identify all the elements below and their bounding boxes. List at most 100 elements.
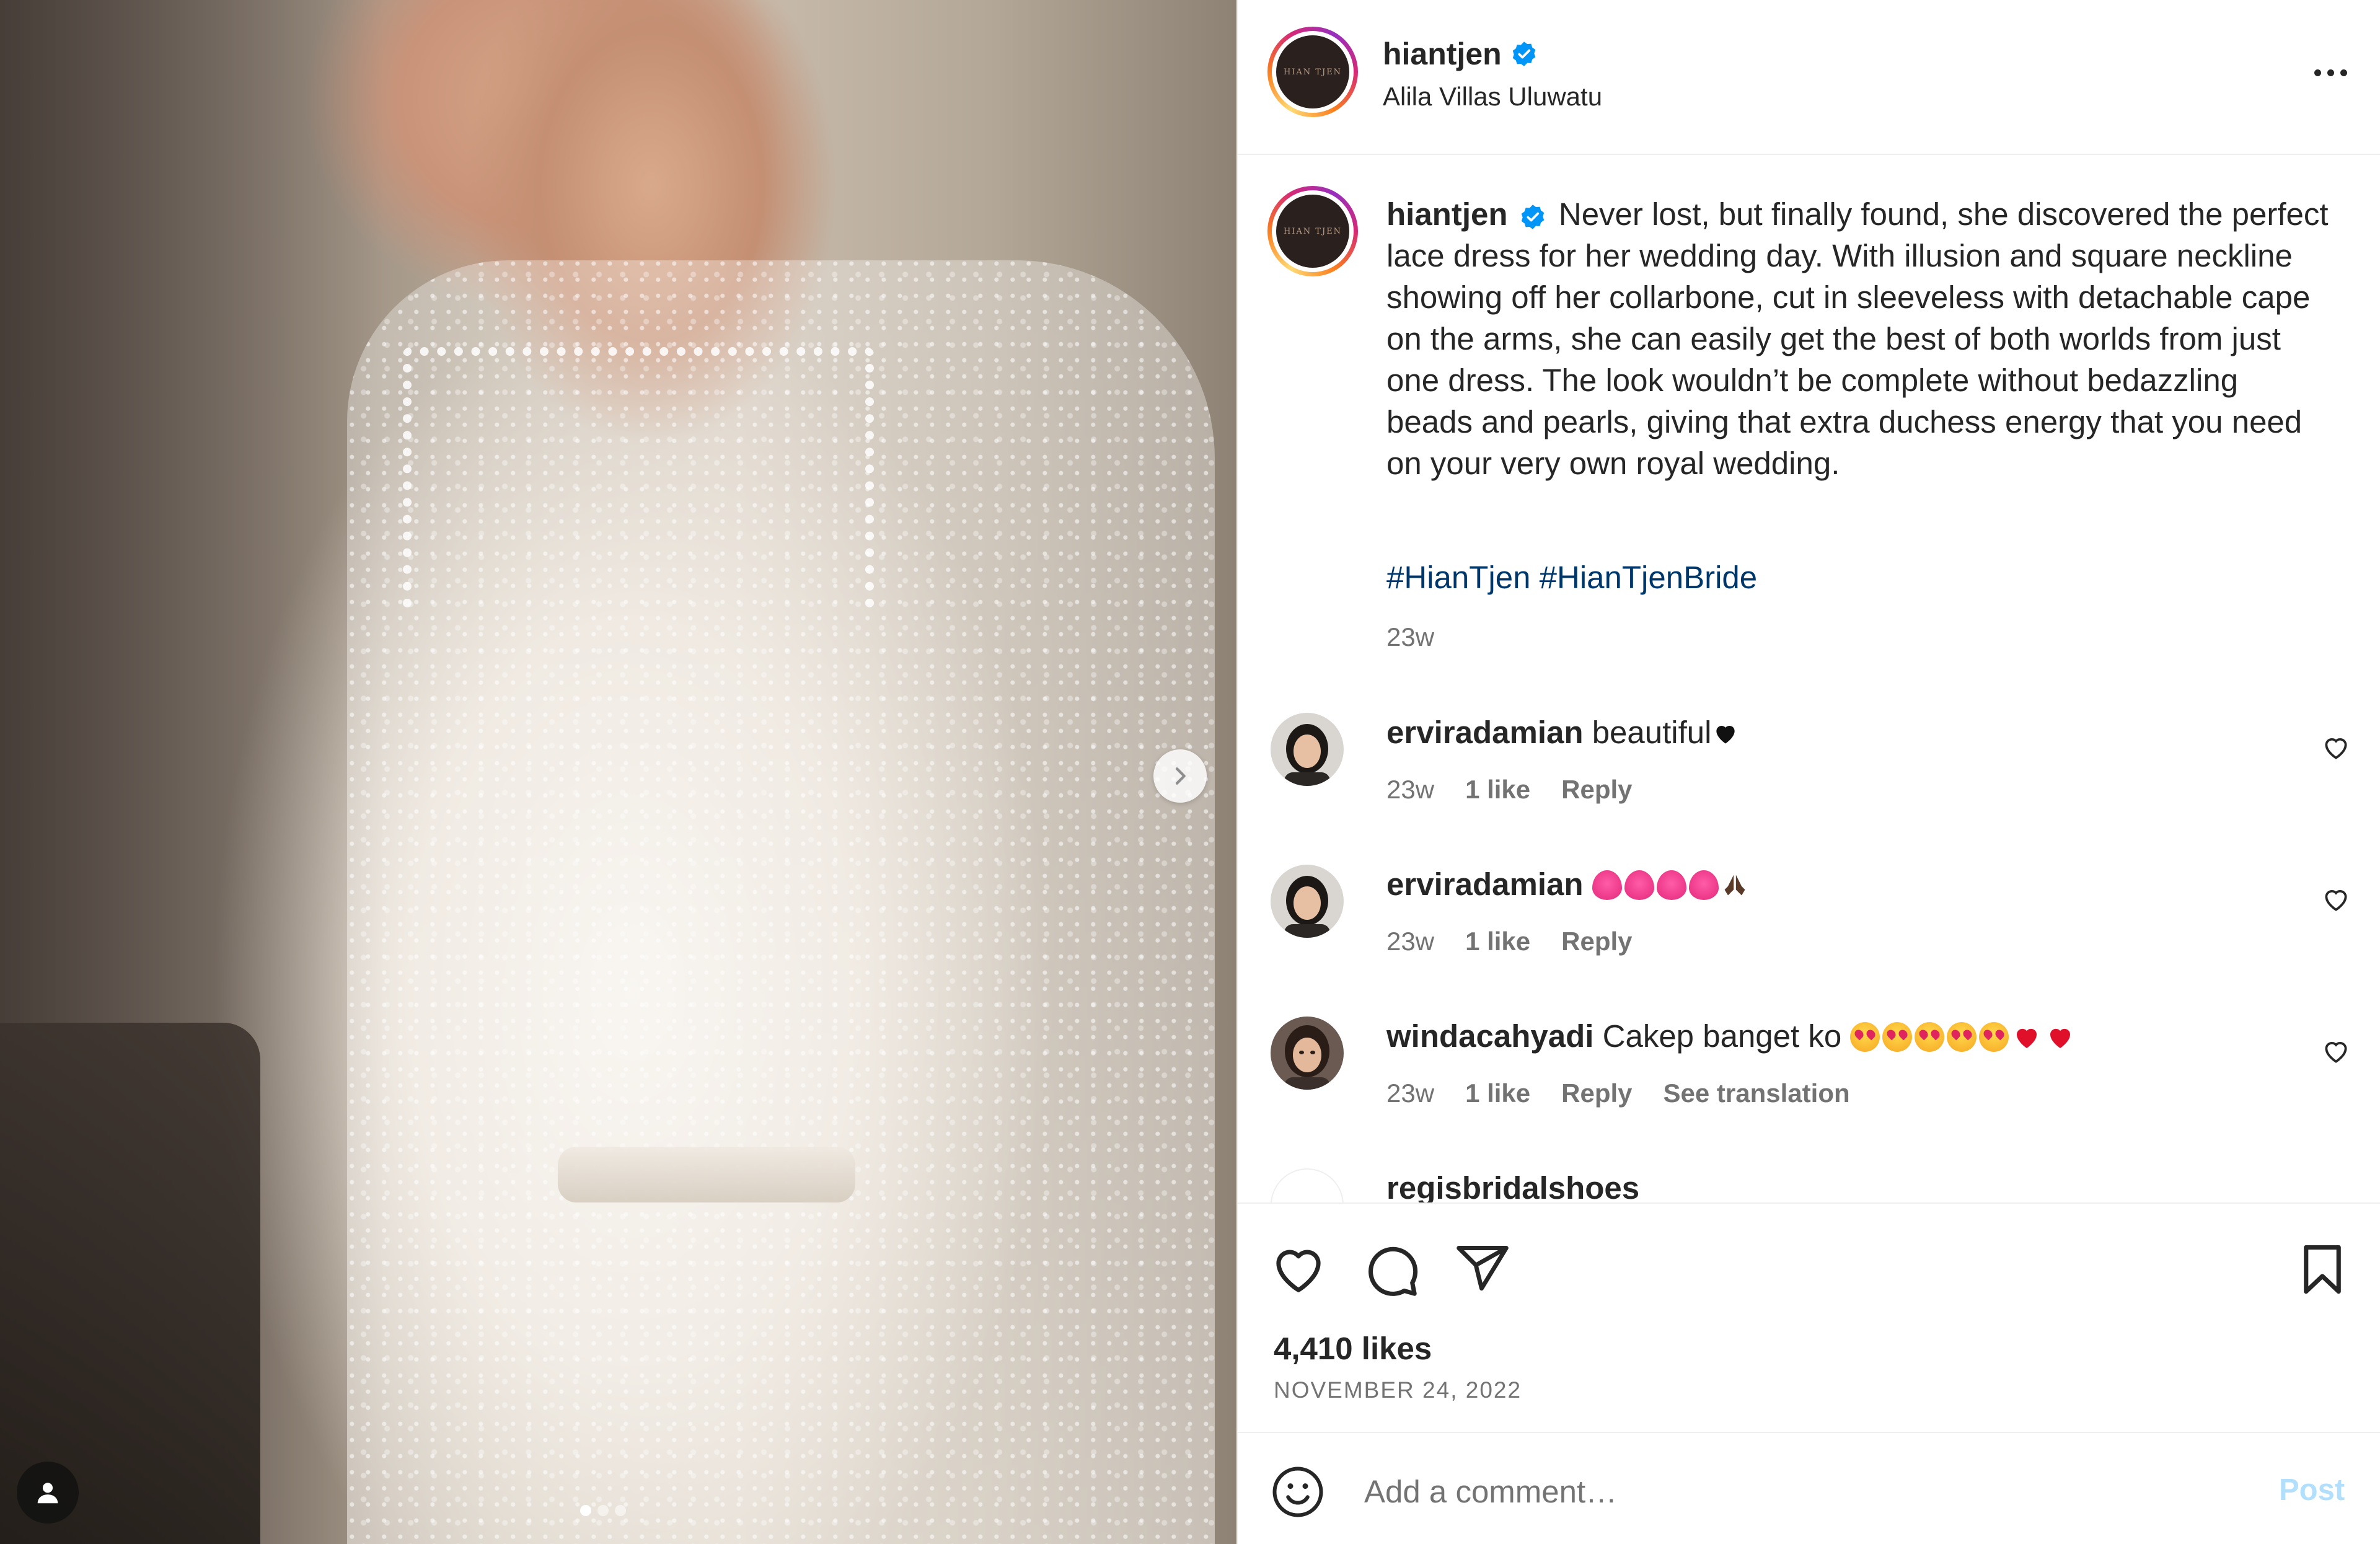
header-username-row: hiantjen (1383, 36, 1538, 72)
comment-button[interactable] (1360, 1238, 1422, 1300)
reply-button[interactable]: Reply (1561, 1079, 1632, 1108)
avatar-photo (1271, 865, 1344, 938)
hashtag-link[interactable]: #HianTjenBride (1540, 560, 1758, 595)
black-heart-emoji (1716, 725, 1735, 744)
photo-sash (558, 1147, 855, 1202)
comment-meta: 23w 1 like Reply (1386, 775, 1633, 805)
folded-hands-emoji (1724, 875, 1745, 896)
post-header: HIAN TJEN hiantjen Alila Villas Uluwatu (1238, 0, 2380, 155)
comment-likes-count[interactable]: 1 like (1465, 1079, 1530, 1108)
comment-username[interactable]: erviradamian (1386, 867, 1584, 902)
photo-neckline-beads (403, 347, 874, 607)
caption-avatar[interactable]: HIAN TJEN (1267, 186, 1358, 276)
comment-body: Cakep banget ko (1602, 1018, 1842, 1054)
user-tag-icon (37, 1483, 58, 1504)
tagged-users-button[interactable] (17, 1462, 79, 1524)
comment-item: erviradamian beautiful 23w 1 like Reply (1238, 713, 2380, 837)
carousel-dot (580, 1505, 591, 1516)
comment-item-partial: regisbridalshoes (1238, 1168, 2380, 1202)
heart-eyes-emoji (1850, 1022, 1880, 1052)
comment-like-heart-icon[interactable] (2320, 1035, 2351, 1066)
carousel-dot (597, 1505, 609, 1516)
pink-heart-emoji (1624, 870, 1654, 900)
heart-eyes-emoji (1947, 1022, 1977, 1052)
more-icon (2314, 69, 2321, 76)
verified-icon (1521, 204, 1544, 229)
brand-logo: HIAN TJEN (1283, 226, 1342, 236)
comment-username[interactable]: erviradamian (1386, 715, 1584, 750)
comment-likes-count[interactable]: 1 like (1465, 775, 1530, 805)
brand-logo: HIAN TJEN (1283, 67, 1342, 77)
header-username[interactable]: hiantjen (1383, 36, 1502, 72)
carousel-next-button[interactable] (1153, 749, 1207, 803)
post-date[interactable]: NOVEMBER 24, 2022 (1274, 1377, 1522, 1403)
comment-item: erviradamian 23w 1 like Reply (1238, 865, 2380, 989)
comment-body: beautiful (1592, 715, 1712, 750)
reply-button[interactable]: Reply (1561, 927, 1632, 956)
comment-text: erviradamian beautiful (1386, 714, 1742, 751)
add-comment-bar: Post (1238, 1432, 2380, 1544)
carousel-dot (615, 1505, 626, 1516)
caption-username[interactable]: hiantjen (1386, 196, 1508, 232)
more-icon-dot (2340, 69, 2347, 76)
carousel-indicators (580, 1505, 626, 1516)
comment-username[interactable]: windacahyadi (1386, 1018, 1593, 1054)
caption-text: Never lost, but finally found, she disco… (1386, 196, 2329, 481)
post-side-panel: HIAN TJEN hiantjen Alila Villas Uluwatu … (1236, 0, 2380, 1544)
verified-icon (1512, 42, 1535, 66)
see-translation-button[interactable]: See translation (1664, 1079, 1850, 1108)
comment-text: windacahyadi Cakep banget ko (1386, 1018, 2078, 1054)
post-actions: 4,410 likes NOVEMBER 24, 2022 (1238, 1202, 2380, 1432)
comment-icon (1368, 1246, 1418, 1296)
post-comment-button[interactable]: Post (2279, 1473, 2345, 1507)
pink-heart-emoji (1592, 870, 1622, 900)
pink-heart-emoji (1688, 870, 1719, 900)
comment-like-heart-icon[interactable] (2320, 731, 2351, 762)
commenter-avatar[interactable] (1271, 1168, 1344, 1202)
comment-text: erviradamian (1386, 866, 1751, 902)
red-heart-emoji (2017, 1028, 2037, 1048)
comment-input[interactable] (1364, 1467, 2201, 1516)
caption-time[interactable]: 23w (1386, 622, 1434, 652)
post-location[interactable]: Alila Villas Uluwatu (1383, 82, 1602, 112)
comment-time[interactable]: 23w (1386, 927, 1434, 956)
hashtag-link[interactable]: #HianTjen (1386, 560, 1530, 595)
bookmark-icon (2304, 1245, 2341, 1294)
more-options-button[interactable] (2303, 57, 2358, 88)
save-button[interactable] (2291, 1238, 2353, 1300)
comment-username[interactable]: regisbridalshoes (1386, 1170, 1639, 1202)
instagram-post: HIAN TJEN hiantjen Alila Villas Uluwatu … (0, 0, 2380, 1544)
heart-eyes-emoji (1882, 1022, 1913, 1052)
commenter-avatar[interactable] (1271, 865, 1344, 938)
heart-eyes-emoji (1979, 1022, 2009, 1052)
pink-heart-emoji (1656, 870, 1686, 900)
red-heart-emoji (2050, 1028, 2071, 1048)
more-icon-dot (2327, 69, 2334, 76)
profile-avatar[interactable]: HIAN TJEN (1267, 27, 1358, 117)
likes-count[interactable]: 4,410 likes (1274, 1330, 1432, 1367)
commenter-avatar[interactable] (1271, 713, 1344, 786)
heart-icon (1276, 1250, 1321, 1292)
like-button[interactable] (1267, 1238, 1329, 1300)
comment-text: regisbridalshoes (1386, 1170, 1639, 1202)
share-icon (1457, 1246, 1509, 1291)
emoji-icon[interactable] (1270, 1464, 1326, 1520)
share-button[interactable] (1452, 1238, 1514, 1300)
comment-item: windacahyadi Cakep banget ko 23w 1 like … (1238, 1017, 2380, 1140)
caption-hashtags: #HianTjen #HianTjenBride (1386, 559, 1757, 596)
heart-eyes-emoji (1915, 1022, 1945, 1052)
comment-like-heart-icon[interactable] (2320, 883, 2351, 914)
comment-time[interactable]: 23w (1386, 775, 1434, 805)
comment-meta: 23w 1 like Reply See translation (1386, 1079, 1850, 1108)
avatar-photo (1271, 713, 1344, 786)
reply-button[interactable]: Reply (1561, 775, 1632, 805)
comment-meta: 23w 1 like Reply (1386, 927, 1633, 956)
avatar-photo (1271, 1017, 1344, 1090)
chevron-right-icon (1175, 767, 1186, 785)
post-photo[interactable] (0, 0, 1236, 1544)
comment-likes-count[interactable]: 1 like (1465, 927, 1530, 956)
commenter-avatar[interactable] (1271, 1017, 1344, 1090)
comment-time[interactable]: 23w (1386, 1079, 1434, 1108)
comments-section[interactable]: HIAN TJEN hiantjen Never lost, but final… (1238, 156, 2380, 1202)
post-caption: hiantjen Never lost, but finally found, … (1386, 193, 2329, 484)
